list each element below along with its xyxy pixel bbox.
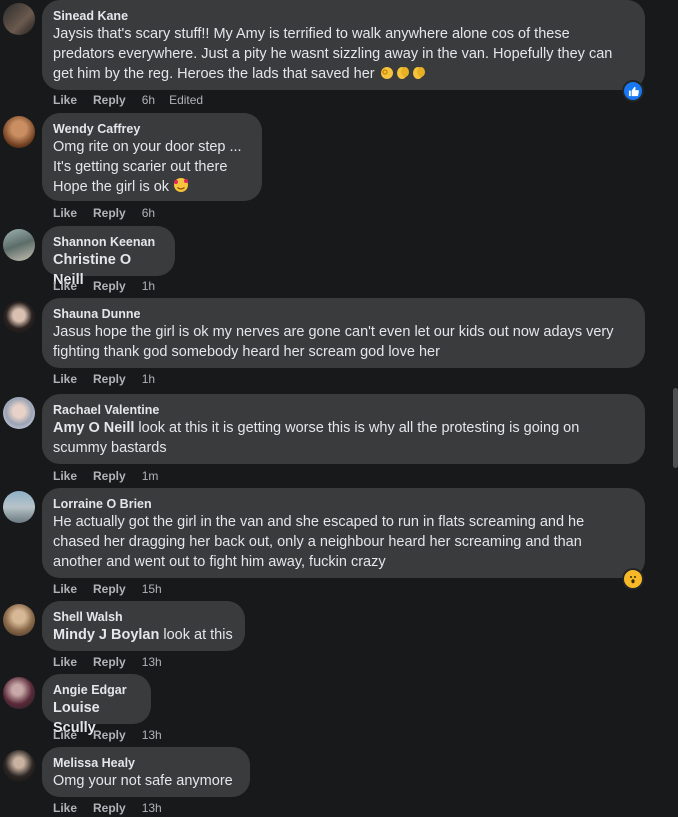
- timestamp[interactable]: 6h: [142, 206, 155, 220]
- timestamp[interactable]: 15h: [142, 582, 162, 596]
- avatar[interactable]: [3, 491, 35, 523]
- like-button[interactable]: Like: [53, 279, 77, 293]
- tagged-user[interactable]: Amy O Neill: [53, 420, 134, 436]
- avatar[interactable]: [3, 604, 35, 636]
- comment-author[interactable]: Melissa Healy: [53, 755, 238, 771]
- comment-text: Jaysis that's scary stuff!! My Amy is te…: [53, 24, 633, 86]
- comment-author[interactable]: Rachael Valentine: [53, 402, 633, 418]
- timestamp[interactable]: 1h: [142, 372, 155, 386]
- wow-icon[interactable]: [622, 568, 644, 590]
- avatar[interactable]: [3, 3, 35, 35]
- like-button[interactable]: Like: [53, 372, 77, 386]
- comment-text: Mindy J Boylan look at this: [53, 627, 233, 643]
- avatar[interactable]: [3, 301, 35, 333]
- comment-bubble: Sinead Kane Jaysis that's scary stuff!! …: [42, 0, 645, 90]
- timestamp[interactable]: 1m: [142, 469, 159, 483]
- comment-text-line: Omg rite on your door step ...: [53, 139, 242, 155]
- comment-author[interactable]: Sinead Kane: [53, 8, 633, 24]
- comment-actions: Like Reply 6h Edited: [53, 93, 219, 107]
- timestamp[interactable]: 13h: [142, 728, 162, 742]
- comment-actions: Like Reply 13h: [53, 728, 176, 742]
- comment-actions: Like Reply 1h: [53, 372, 169, 386]
- avatar[interactable]: [3, 229, 35, 261]
- edited-label: Edited: [169, 93, 204, 107]
- comment-author[interactable]: Lorraine O Brien: [53, 496, 633, 512]
- timestamp[interactable]: 1h: [142, 279, 155, 293]
- comment-bubble: Shauna Dunne Jasus hope the girl is ok m…: [42, 298, 645, 368]
- like-button[interactable]: Like: [53, 801, 77, 815]
- tagged-user[interactable]: Mindy J Boylan: [53, 627, 159, 643]
- comment-actions: Like Reply 1m: [53, 469, 172, 483]
- comment-text: Jasus hope the girl is ok my nerves are …: [53, 324, 614, 360]
- comment-bubble: Melissa Healy Omg your not safe anymore: [42, 747, 250, 797]
- like-button[interactable]: Like: [53, 728, 77, 742]
- like-button[interactable]: Like: [53, 655, 77, 669]
- comment-actions: Like Reply 13h: [53, 801, 176, 815]
- clap-emoji: [395, 64, 411, 86]
- comment-text-line: Hope the girl is ok: [53, 177, 250, 199]
- comment-bubble: Shell Walsh Mindy J Boylan look at this: [42, 601, 245, 651]
- scrollbar[interactable]: [673, 388, 678, 468]
- timestamp[interactable]: 6h: [142, 93, 155, 107]
- timestamp[interactable]: 13h: [142, 801, 162, 815]
- comment-author[interactable]: Angie Edgar: [53, 682, 139, 698]
- reply-button[interactable]: Reply: [93, 728, 126, 742]
- reply-button[interactable]: Reply: [93, 372, 126, 386]
- reply-button[interactable]: Reply: [93, 582, 126, 596]
- like-button[interactable]: Like: [53, 469, 77, 483]
- reply-button[interactable]: Reply: [93, 206, 126, 220]
- comment-actions: Like Reply 6h: [53, 206, 169, 220]
- comment-bubble: Shannon Keenan Christine O Neill: [42, 226, 175, 288]
- reply-button[interactable]: Reply: [93, 801, 126, 815]
- reply-button[interactable]: Reply: [93, 93, 126, 107]
- avatar[interactable]: [3, 116, 35, 148]
- comment-bubble: Angie Edgar Louise Scully: [42, 674, 151, 736]
- comment-bubble: Lorraine O Brien He actually got the gir…: [42, 488, 645, 578]
- thumbs-up-icon[interactable]: [622, 80, 644, 102]
- clap-emoji: [411, 64, 427, 86]
- comment-author[interactable]: Shell Walsh: [53, 609, 233, 625]
- smiling-hearts-emoji: [173, 177, 189, 199]
- ok-hand-emoji: [379, 64, 395, 86]
- comment-actions: Like Reply 1h: [53, 279, 169, 293]
- reply-button[interactable]: Reply: [93, 279, 126, 293]
- comment-author[interactable]: Wendy Caffrey: [53, 121, 250, 137]
- comment-text-line: It's getting scarier out there: [53, 159, 228, 175]
- comment-text: Amy O Neill look at this it is getting w…: [53, 420, 580, 456]
- comment-actions: Like Reply 15h: [53, 582, 176, 596]
- reply-button[interactable]: Reply: [93, 469, 126, 483]
- like-button[interactable]: Like: [53, 582, 77, 596]
- like-button[interactable]: Like: [53, 93, 77, 107]
- avatar[interactable]: [3, 397, 35, 429]
- avatar[interactable]: [3, 750, 35, 782]
- reply-button[interactable]: Reply: [93, 655, 126, 669]
- comment-text: Omg your not safe anymore: [53, 773, 233, 789]
- comment-author[interactable]: Shauna Dunne: [53, 306, 633, 322]
- timestamp[interactable]: 13h: [142, 655, 162, 669]
- comment-text: He actually got the girl in the van and …: [53, 514, 585, 570]
- avatar[interactable]: [3, 677, 35, 709]
- comment-actions: Like Reply 13h: [53, 655, 176, 669]
- comment-author[interactable]: Shannon Keenan: [53, 234, 163, 250]
- comment-bubble: Rachael Valentine Amy O Neill look at th…: [42, 394, 645, 464]
- like-button[interactable]: Like: [53, 206, 77, 220]
- comment-bubble: Wendy Caffrey Omg rite on your door step…: [42, 113, 262, 201]
